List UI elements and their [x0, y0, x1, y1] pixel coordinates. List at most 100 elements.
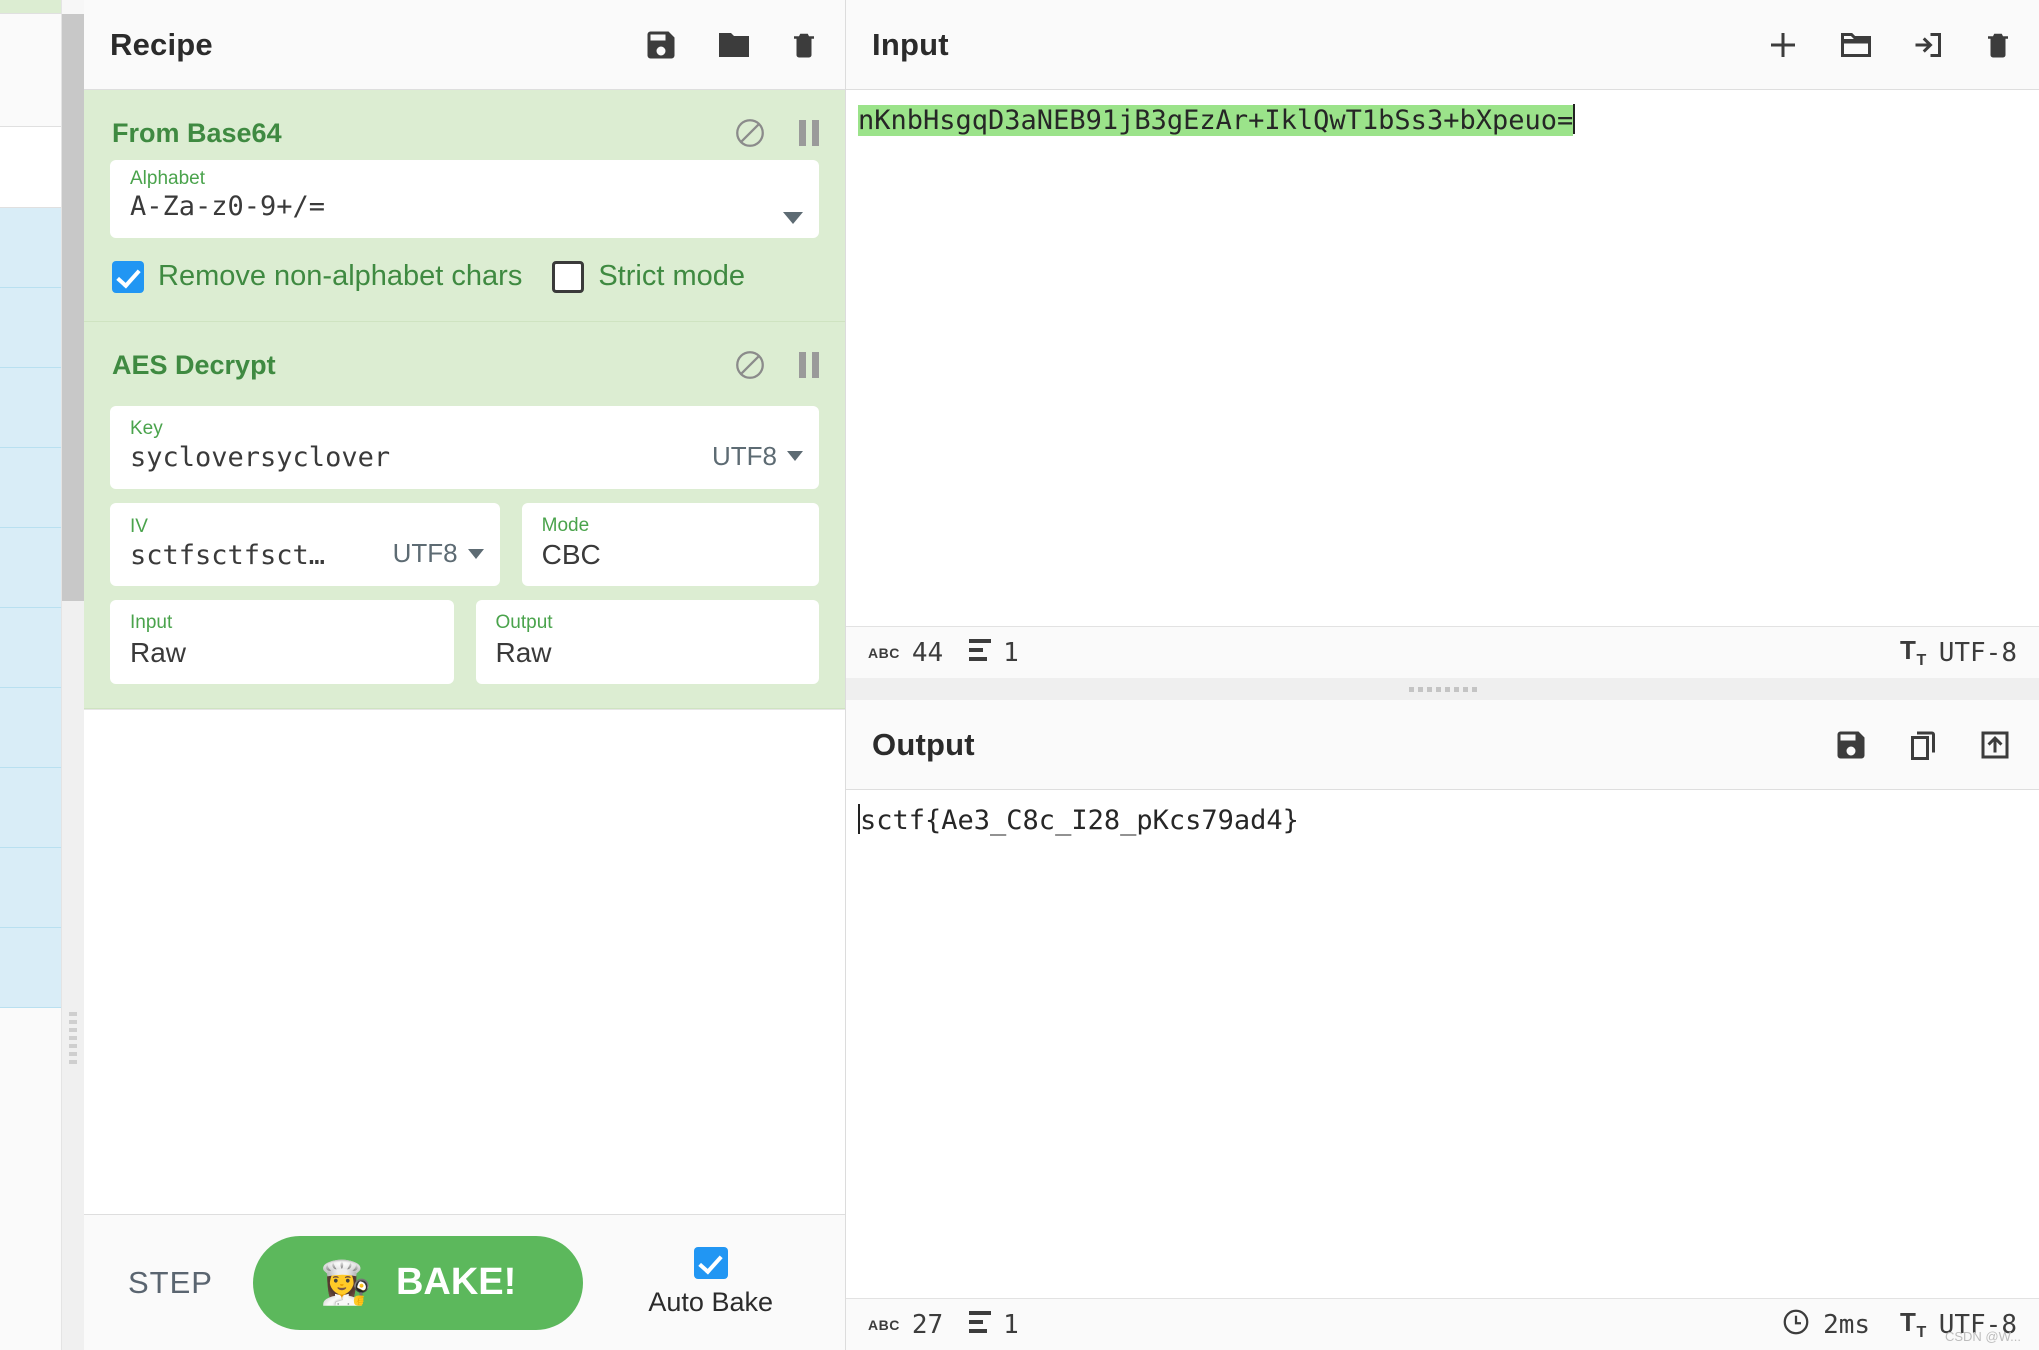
sidebar-scrollbar-thumb[interactable]: [62, 14, 84, 601]
pause-icon[interactable]: [799, 352, 819, 378]
output-char-count-value: 27: [911, 1309, 944, 1340]
sidebar-operation-item[interactable]: [0, 288, 61, 368]
input-title: Input: [872, 26, 949, 62]
output-text[interactable]: sctf{Ae3_C8c_I28_pKcs79ad4}: [860, 805, 1299, 836]
sidebar-operation-item[interactable]: [0, 688, 61, 768]
checkbox-label: Remove non-alphabet chars: [158, 260, 523, 292]
op-input-field[interactable]: Input Raw: [110, 600, 454, 684]
op-output-label: Output: [495, 612, 553, 634]
cyberchef-app: Recipe From Base64 Alphabet A-Za-z0-9+/=…: [0, 0, 2039, 1350]
disable-icon[interactable]: [733, 116, 767, 150]
step-button[interactable]: STEP: [110, 1265, 231, 1301]
trash-icon[interactable]: [789, 27, 819, 63]
input-editor[interactable]: nKnbHsgqD3aNEB91jB3gEzAr+IklQwT1bSs3+bXp…: [846, 90, 2039, 626]
iv-encoding-select[interactable]: UTF8: [393, 538, 484, 572]
iv-label: IV: [130, 515, 148, 537]
iv-field[interactable]: IV sctfsctfsct… UTF8: [110, 502, 500, 587]
replace-input-icon[interactable]: [1977, 727, 2013, 763]
lines-icon: [969, 1311, 992, 1338]
open-folder-as-input-icon[interactable]: [1911, 27, 1947, 63]
sidebar-operation-item[interactable]: [0, 528, 61, 608]
checkbox-box-unchecked[interactable]: [552, 260, 585, 293]
auto-bake-checkbox[interactable]: Auto Bake: [648, 1247, 773, 1318]
disable-icon[interactable]: [733, 348, 767, 382]
recipe-resize-grip[interactable]: [69, 1012, 77, 1074]
iv-value[interactable]: sctfsctfsct…: [130, 539, 381, 573]
add-tab-icon[interactable]: [1765, 27, 1801, 63]
key-field[interactable]: Key sycloversyclover UTF8: [110, 406, 819, 489]
copy-icon[interactable]: [1905, 727, 1941, 763]
alphabet-value: A-Za-z0-9+/=: [130, 191, 326, 223]
key-value[interactable]: sycloversyclover: [130, 441, 700, 475]
input-section: Input nKnbHsgqD3aNEB91jB3gEzAr+IklQwT1bS…: [846, 0, 2039, 678]
remove-non-alphabet-chars-checkbox[interactable]: Remove non-alphabet chars: [112, 260, 522, 293]
key-label: Key: [130, 418, 163, 439]
chevron-down-icon[interactable]: [787, 451, 803, 461]
operation-checkboxes: Remove non-alphabet chars Strict mode: [84, 238, 845, 297]
bake-button[interactable]: 👩‍🍳 BAKE!: [252, 1235, 583, 1330]
op-output-field[interactable]: Output Raw: [475, 600, 819, 684]
folder-icon[interactable]: [715, 27, 753, 63]
abc-icon: ABC: [868, 1316, 900, 1333]
input-line-count: 1: [969, 638, 1019, 668]
save-icon[interactable]: [1833, 727, 1869, 763]
bake-button-label: BAKE!: [395, 1261, 517, 1303]
checkbox-box-checked[interactable]: [693, 1247, 728, 1279]
input-encoding[interactable]: TT UTF-8: [1900, 635, 2017, 670]
trash-icon[interactable]: [1983, 27, 2013, 63]
sidebar-operation-item[interactable]: [0, 608, 61, 688]
sidebar-operation-item[interactable]: [0, 848, 61, 928]
iv-encoding-value: UTF8: [392, 538, 458, 569]
save-icon[interactable]: [643, 27, 679, 63]
iv-mode-row: IV sctfsctfsct… UTF8 Mode CBC: [110, 502, 819, 587]
mode-value: CBC: [541, 539, 601, 571]
sidebar-operation-item[interactable]: [0, 448, 61, 528]
alphabet-label: Alphabet: [130, 167, 206, 189]
operations-sidebar[interactable]: [0, 0, 62, 1350]
font-icon: TT: [1900, 634, 1927, 670]
clock-icon: [1781, 1307, 1811, 1342]
recipe-empty-area[interactable]: [84, 709, 845, 1214]
checkbox-box-checked[interactable]: [112, 260, 144, 293]
io-splitter[interactable]: [846, 678, 2039, 700]
recipe-operation-list: From Base64 Alphabet A-Za-z0-9+/= Remove…: [84, 90, 845, 709]
output-line-count: 1: [969, 1310, 1019, 1340]
strict-mode-checkbox[interactable]: Strict mode: [552, 260, 745, 293]
bake-time-value: 2ms: [1823, 1309, 1871, 1340]
key-encoding-value: UTF8: [712, 440, 777, 471]
sidebar-operation-item[interactable]: [0, 208, 61, 288]
key-encoding-select[interactable]: UTF8: [712, 441, 803, 475]
output-header: Output: [846, 700, 2039, 790]
recipe-footer: STEP 👩‍🍳 BAKE! Auto Bake: [84, 1214, 845, 1350]
auto-bake-label: Auto Bake: [648, 1287, 773, 1317]
folder-open-icon[interactable]: [1837, 27, 1875, 63]
alphabet-select[interactable]: Alphabet A-Za-z0-9+/=: [110, 160, 819, 238]
chevron-down-icon[interactable]: [467, 548, 484, 559]
checkbox-label: Strict mode: [598, 260, 745, 292]
sidebar-search-area[interactable]: [0, 14, 61, 127]
chevron-down-icon[interactable]: [783, 212, 803, 224]
lines-icon: [969, 639, 992, 666]
recipe-operation-aes-decrypt[interactable]: AES Decrypt Key sycloversyclover UTF8 IV…: [84, 322, 845, 709]
input-text[interactable]: nKnbHsgqD3aNEB91jB3gEzAr+IklQwT1bSs3+bXp…: [858, 105, 1574, 136]
mode-field[interactable]: Mode CBC: [521, 502, 819, 587]
abc-icon: ABC: [868, 644, 900, 661]
sidebar-operation-item[interactable]: [0, 368, 61, 448]
operation-header: From Base64: [84, 90, 845, 160]
output-title: Output: [872, 726, 975, 762]
output-section: Output sctf{Ae3_C8c_I28_pKcs79ad4} ABC 2…: [846, 700, 2039, 1350]
output-status-bar: ABC 27 1 2ms TT UTF-8: [846, 1298, 2039, 1350]
output-editor[interactable]: sctf{Ae3_C8c_I28_pKcs79ad4}: [846, 790, 2039, 1298]
operation-arguments: Key sycloversyclover UTF8 IV sctfsctfsct…: [84, 406, 845, 684]
recipe-operation-from-base64[interactable]: From Base64 Alphabet A-Za-z0-9+/= Remove…: [84, 90, 845, 322]
input-header-actions: [1765, 27, 2013, 63]
operation-controls: [733, 348, 819, 382]
pause-icon[interactable]: [799, 120, 819, 146]
input-header: Input: [846, 0, 2039, 90]
operation-title: From Base64: [112, 117, 282, 148]
sidebar-operation-item[interactable]: [0, 768, 61, 848]
sidebar-category-header[interactable]: [0, 127, 61, 208]
sidebar-top-band: [0, 0, 61, 14]
output-line-count-value: 1: [1003, 1309, 1019, 1340]
sidebar-operation-item[interactable]: [0, 928, 61, 1008]
